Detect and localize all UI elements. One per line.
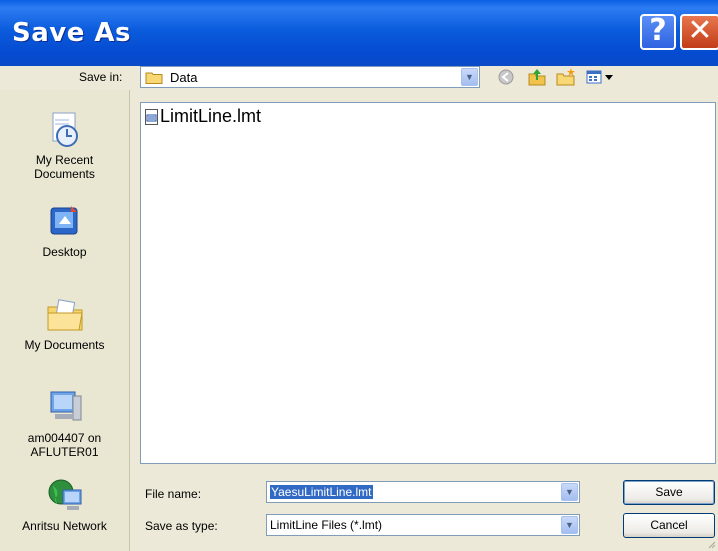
close-button[interactable]: ✕ xyxy=(680,14,718,50)
save-as-type-label: Save as type: xyxy=(145,519,218,533)
new-folder-icon[interactable] xyxy=(555,66,577,88)
save-in-value: Data xyxy=(170,70,198,85)
place-label: My Recent xyxy=(35,153,94,167)
save-as-type-value: LimitLine Files (*.lmt) xyxy=(270,518,383,532)
chevron-down-icon[interactable]: ▼ xyxy=(561,483,578,501)
place-label: Anritsu Network xyxy=(22,519,107,533)
save-button[interactable]: Save xyxy=(623,480,715,505)
cancel-button[interactable]: Cancel xyxy=(623,513,715,538)
place-label: AFLUTER01 xyxy=(30,445,99,459)
my-documents-icon xyxy=(47,299,83,331)
file-name-value: YaesuLimitLine.lmt xyxy=(270,485,373,499)
place-label: Documents xyxy=(34,167,95,181)
place-label: am004407 on xyxy=(27,431,102,445)
folder-icon xyxy=(145,72,163,84)
place-my-documents[interactable]: My Documents xyxy=(0,295,129,352)
back-icon[interactable] xyxy=(495,66,517,88)
help-button[interactable]: ? xyxy=(640,14,676,50)
file-name-label: File name: xyxy=(145,487,202,501)
up-folder-icon[interactable] xyxy=(526,66,548,88)
place-label: Desktop xyxy=(42,245,87,259)
resize-grip-icon[interactable] xyxy=(706,539,716,549)
views-menu-icon[interactable] xyxy=(585,66,617,88)
place-desktop[interactable]: Desktop xyxy=(0,202,129,259)
network-icon xyxy=(48,479,81,510)
file-name: LimitLine.lmt xyxy=(160,106,262,126)
places-bar: My Recent Documents Desktop My Documents… xyxy=(0,90,130,551)
list-item[interactable]: LimitLine.lmt xyxy=(145,106,261,127)
save-as-type-select[interactable]: LimitLine Files (*.lmt) ▼ xyxy=(266,514,580,536)
title-bar: Save As ? ✕ xyxy=(0,0,718,66)
place-label: My Documents xyxy=(24,338,105,352)
save-in-label: Save in: xyxy=(79,70,123,84)
place-network[interactable]: Anritsu Network xyxy=(0,476,129,533)
desktop-icon xyxy=(50,206,77,235)
place-my-recent-documents[interactable]: My Recent Documents xyxy=(0,110,129,181)
file-list[interactable]: LimitLine.lmt xyxy=(140,102,716,464)
file-name-field[interactable]: YaesuLimitLine.lmt ▼ xyxy=(266,481,580,503)
window-title: Save As xyxy=(12,18,132,48)
chevron-down-icon[interactable]: ▼ xyxy=(461,68,478,86)
file-icon xyxy=(145,108,158,125)
save-in-combo[interactable]: Data ▼ xyxy=(140,66,480,88)
chevron-down-icon[interactable]: ▼ xyxy=(561,516,578,534)
place-my-computer[interactable]: am004407 on AFLUTER01 xyxy=(0,388,129,459)
computer-icon xyxy=(50,391,81,421)
recent-documents-icon xyxy=(52,112,78,147)
